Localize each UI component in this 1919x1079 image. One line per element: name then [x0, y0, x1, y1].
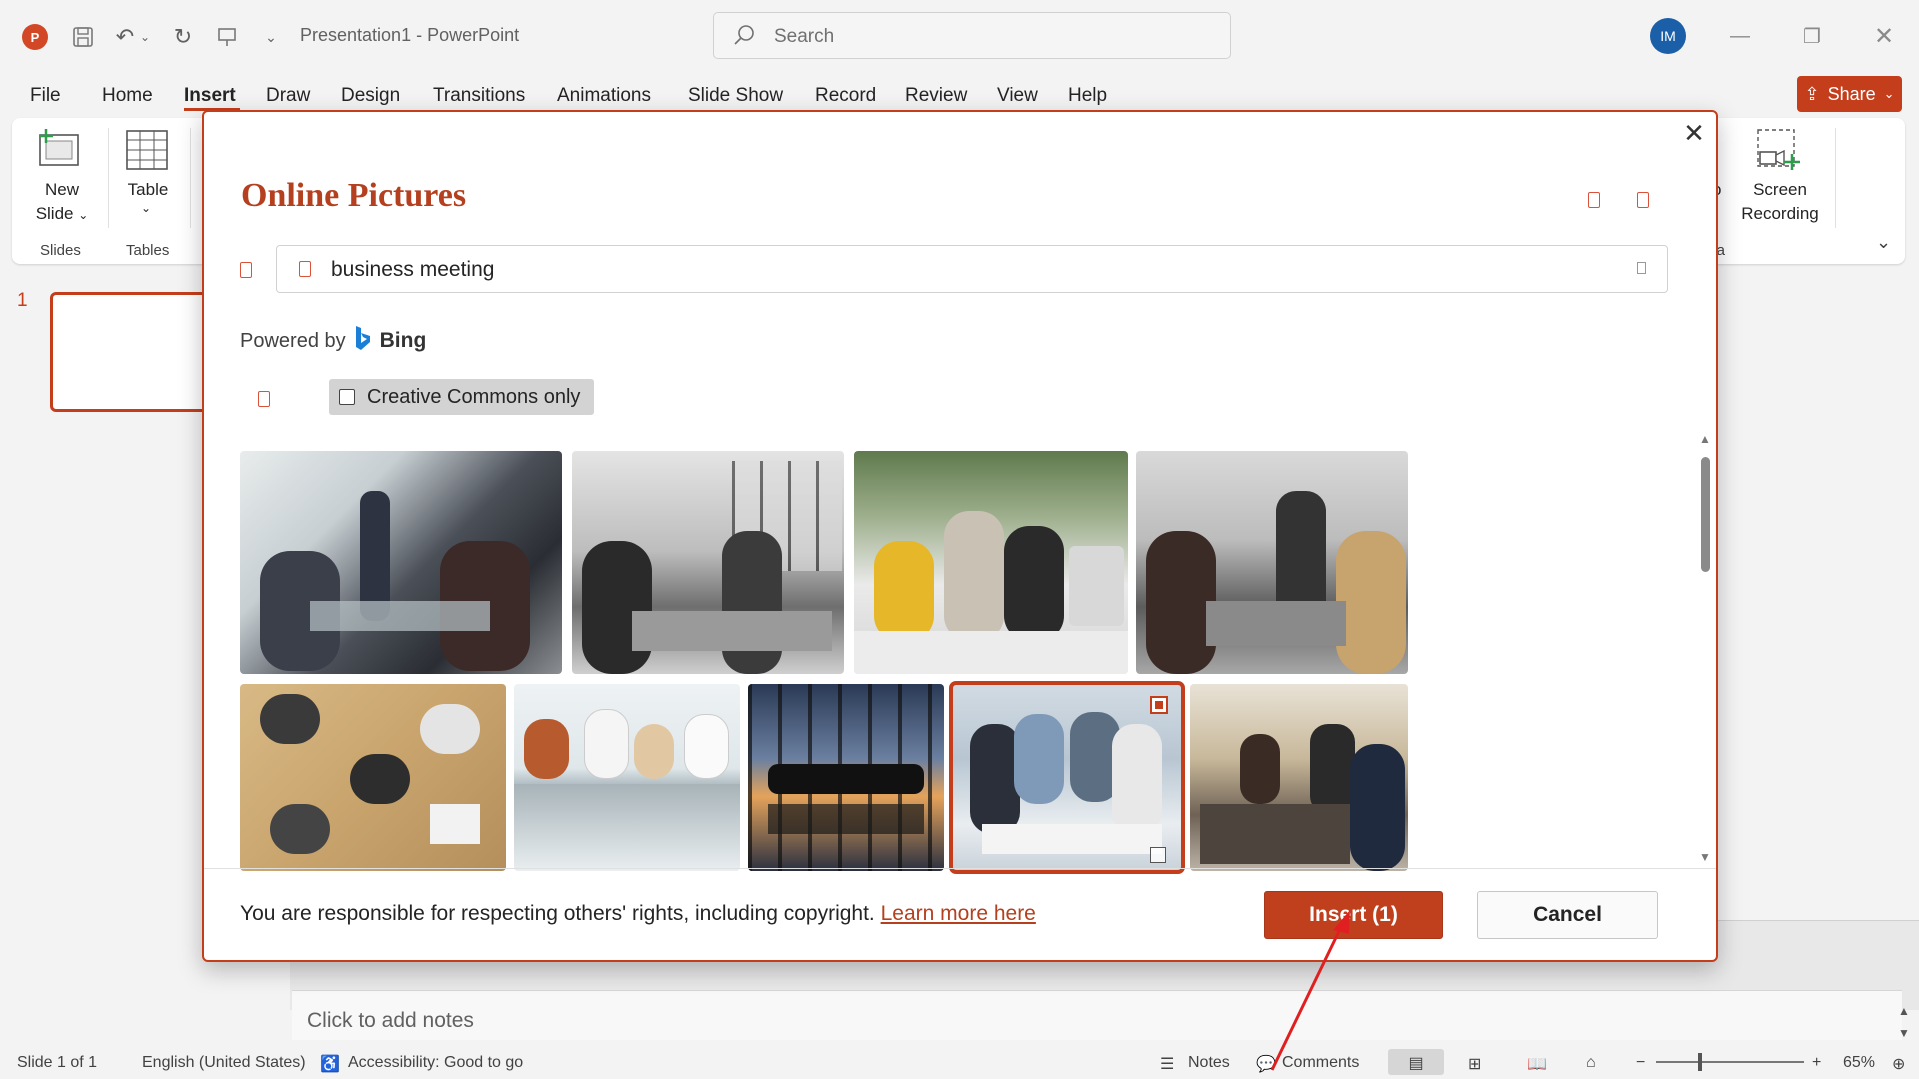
annotation-arrow [1270, 910, 1350, 1071]
